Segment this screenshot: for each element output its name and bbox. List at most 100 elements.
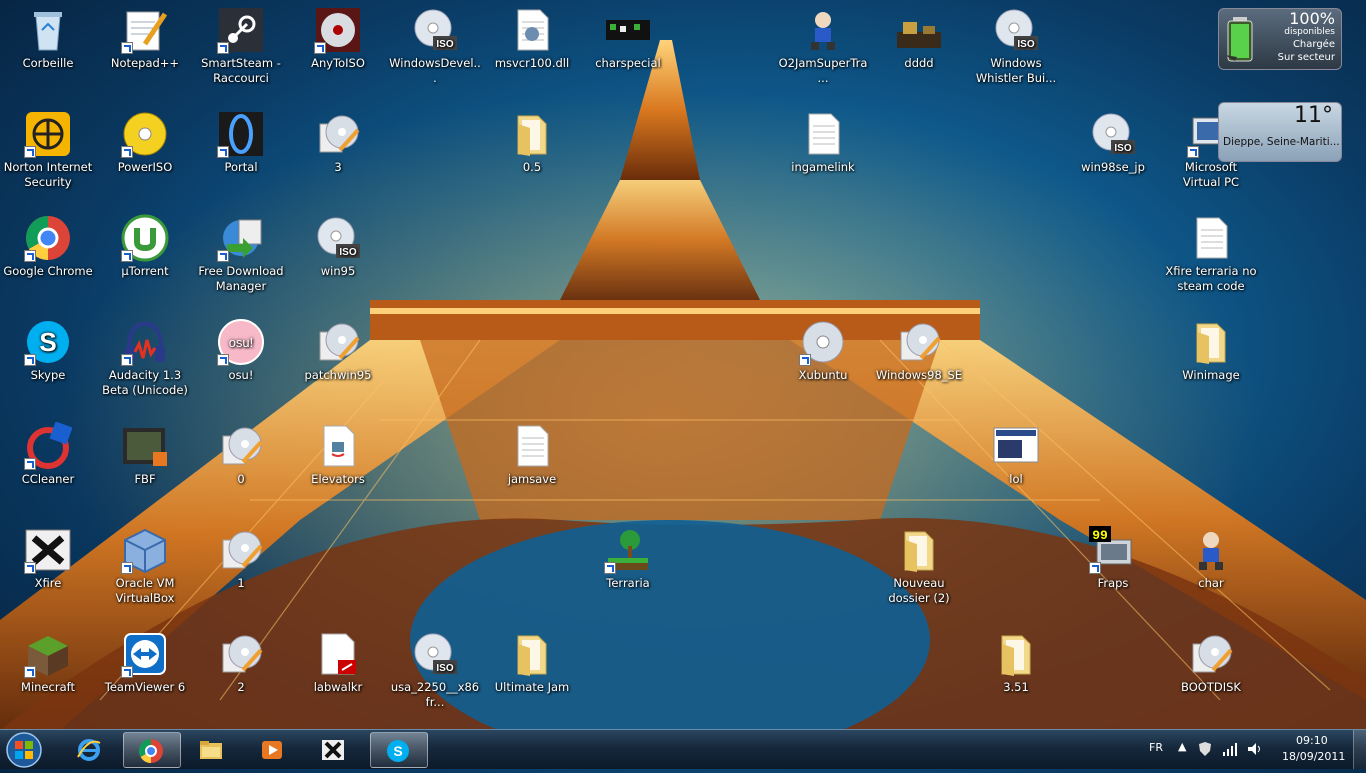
taskbar: S FR ▲ 09:10 18/09/2011	[0, 729, 1366, 769]
taskbar-explorer[interactable]	[184, 732, 240, 766]
clock-time[interactable]: 09:10	[1296, 734, 1328, 747]
desktop-icon[interactable]: Free Download Manager	[193, 214, 289, 294]
xfire-icon	[24, 526, 72, 574]
desktop-icon[interactable]: 1	[193, 526, 289, 591]
desktop-icon[interactable]: jamsave	[484, 422, 580, 487]
battery-gadget[interactable]: 100% disponibles Chargée Sur secteur	[1218, 8, 1342, 70]
desktop-icon[interactable]: BOOTDISK	[1163, 630, 1259, 695]
desktop-icon[interactable]: Terraria	[580, 526, 676, 591]
desktop-icon[interactable]: 3.51	[968, 630, 1064, 695]
iso-disc-icon: ISO	[992, 6, 1040, 54]
shortcut-arrow-icon	[121, 666, 133, 678]
download-manager-icon	[217, 214, 265, 262]
desktop-icon[interactable]: Windows98_SE	[871, 318, 967, 383]
shortcut-arrow-icon	[24, 146, 36, 158]
desktop-icon[interactable]: 3	[290, 110, 386, 175]
java-file-icon	[314, 422, 362, 470]
desktop-icon[interactable]: Elevators	[290, 422, 386, 487]
chrome-icon	[138, 739, 163, 763]
desktop-icon[interactable]: 99 Fraps	[1065, 526, 1161, 591]
taskbar-xfire[interactable]	[306, 732, 362, 766]
shortcut-arrow-icon	[24, 666, 36, 678]
fraps-icon: 99	[1089, 526, 1137, 574]
desktop-icon-label: Winimage	[1182, 368, 1240, 382]
disc-burn-icon	[217, 422, 265, 470]
desktop-icon[interactable]: Nouveau dossier (2)	[871, 526, 967, 606]
desktop-icon[interactable]: FBF	[97, 422, 193, 487]
desktop-icon[interactable]: 0.5	[484, 110, 580, 175]
desktop-icon[interactable]: TeamViewer 6	[97, 630, 193, 695]
shortcut-arrow-icon	[217, 250, 229, 262]
desktop-icon[interactable]: msvcr100.dll	[484, 6, 580, 71]
desktop-icon[interactable]: ingamelink	[775, 110, 871, 175]
desktop-icon-label: Xfire	[34, 576, 62, 590]
volume-icon[interactable]	[1246, 741, 1262, 757]
desktop-icon[interactable]: dddd	[871, 6, 967, 71]
desktop-icon[interactable]: ISO win95	[290, 214, 386, 279]
taskbar-skype[interactable]: S	[370, 732, 428, 768]
desktop-icon[interactable]: ISO win98se_jp	[1065, 110, 1161, 175]
desktop-icon[interactable]: Xfire	[0, 526, 96, 591]
character-sprite-icon	[1187, 526, 1235, 574]
dll-file-icon	[508, 6, 556, 54]
desktop-icon[interactable]: ISO usa_2250__x86fr...	[387, 630, 483, 710]
desktop-icon[interactable]: ISO Windows Whistler Bui...	[968, 6, 1064, 86]
desktop-icon[interactable]: ISO WindowsDevel...	[387, 6, 483, 86]
desktop-icon-label: Google Chrome	[3, 264, 93, 278]
desktop-icon[interactable]: Winimage	[1163, 318, 1259, 383]
taskbar-chrome[interactable]	[123, 732, 181, 768]
desktop-icon[interactable]: lol	[968, 422, 1064, 487]
desktop-icon[interactable]: PowerISO	[97, 110, 193, 175]
desktop-icon-label: Fraps	[1097, 576, 1129, 590]
desktop-icon[interactable]: Norton Internet Security	[0, 110, 96, 190]
desktop-icon-label: 1	[237, 576, 245, 590]
folder-icon	[1187, 318, 1235, 366]
weather-gadget[interactable]: 11° Dieppe, Seine-Mariti...	[1218, 102, 1342, 162]
tray-show-hidden-icon[interactable]: ▲	[1178, 740, 1186, 753]
desktop-icon-label: SmartSteam - Raccourci	[201, 56, 281, 85]
language-indicator[interactable]: FR	[1149, 741, 1163, 754]
desktop-icon[interactable]: O2JamSuperTra...	[775, 6, 871, 86]
desktop-icon[interactable]: charspecial	[580, 6, 676, 71]
taskbar-internet-explorer[interactable]	[62, 732, 118, 766]
shortcut-arrow-icon	[604, 562, 616, 574]
desktop-icon[interactable]: Ultimate Jam	[484, 630, 580, 695]
svg-text:ISO: ISO	[1114, 143, 1131, 154]
iso-disc-icon: ISO	[411, 6, 459, 54]
desktop-icon[interactable]: labwalkr	[290, 630, 386, 695]
start-button[interactable]	[4, 731, 44, 769]
desktop-icon[interactable]: Notepad++	[97, 6, 193, 71]
shortcut-arrow-icon	[1187, 146, 1199, 158]
desktop-icon[interactable]: Oracle VM VirtualBox	[97, 526, 193, 606]
show-desktop-button[interactable]	[1353, 730, 1366, 769]
desktop-icon[interactable]: char	[1163, 526, 1259, 591]
tray-shield-icon[interactable]	[1198, 741, 1212, 757]
desktop-icon[interactable]: Audacity 1.3 Beta (Unicode)	[97, 318, 193, 398]
desktop-icon[interactable]: Xubuntu	[775, 318, 871, 383]
desktop-icon[interactable]: SmartSteam - Raccourci	[193, 6, 289, 86]
desktop-icon-label: Notepad++	[110, 56, 180, 70]
desktop-icon-label: Portal	[224, 160, 258, 174]
desktop-icon[interactable]: Corbeille	[0, 6, 96, 71]
desktop-icon[interactable]: µTorrent	[97, 214, 193, 279]
desktop-icon[interactable]: patchwin95	[290, 318, 386, 383]
desktop-icon[interactable]: Xfire terraria no steam code	[1163, 214, 1259, 294]
desktop-icon[interactable]: 2	[193, 630, 289, 695]
taskbar-media-player[interactable]	[245, 732, 301, 766]
desktop-icon-label: O2JamSuperTra...	[778, 56, 868, 85]
desktop-icon[interactable]: Portal	[193, 110, 289, 175]
desktop-icon[interactable]: AnyToISO	[290, 6, 386, 71]
network-signal-icon[interactable]	[1222, 741, 1238, 757]
desktop-icon[interactable]: S Skype	[0, 318, 96, 383]
shortcut-arrow-icon	[1089, 562, 1101, 574]
desktop-icon[interactable]: Minecraft	[0, 630, 96, 695]
notepad-plus-plus-icon	[121, 6, 169, 54]
desktop-icon[interactable]: 0	[193, 422, 289, 487]
desktop-icon[interactable]: Google Chrome	[0, 214, 96, 279]
desktop-icon[interactable]: CCleaner	[0, 421, 96, 487]
norton-icon	[24, 110, 72, 158]
weather-location: Dieppe, Seine-Mariti...	[1223, 136, 1340, 148]
desktop-icon[interactable]: osu! osu!	[193, 318, 289, 383]
shortcut-arrow-icon	[217, 42, 229, 54]
clock-date[interactable]: 18/09/2011	[1282, 750, 1345, 763]
